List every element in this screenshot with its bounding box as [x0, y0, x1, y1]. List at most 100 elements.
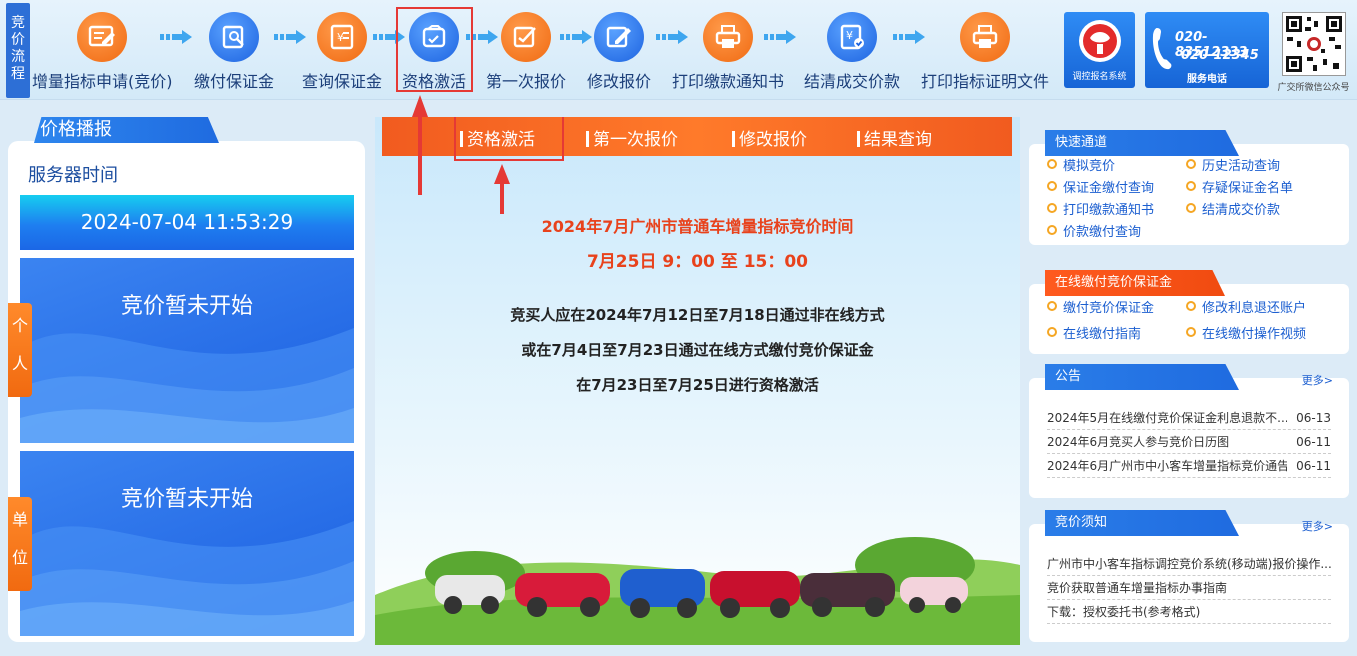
notice-time: 7月25日 9：00 至 15：00: [586, 252, 809, 272]
receipt-yuan-icon: ¥: [317, 12, 367, 62]
phone-number-2: 020-12345: [1181, 48, 1259, 63]
step-label: 结清成交价款: [803, 72, 900, 91]
company-bid-box: 竞价暂未开始: [20, 451, 354, 636]
form-edit-icon: [77, 12, 127, 62]
service-phone-panel: 020-83512333 020-12345 服务电话: [1145, 12, 1269, 88]
step-label: 打印缴款通知书: [671, 72, 784, 91]
rules-item[interactable]: 广州市中小客车指标调控竞价系统(移动端)报价操作...: [1047, 552, 1332, 576]
step-arrow-icon: [160, 30, 192, 44]
step-arrow-icon: [560, 30, 592, 44]
system-label: 调控报名系统: [1072, 72, 1127, 82]
announcement-panel: 公告 更多> 2024年5月在线缴付竞价保证金利息退款不... 06-13 20…: [1029, 364, 1349, 498]
flow-tag-text: 竞价流程: [11, 15, 25, 82]
personal-tab-label: 个人: [12, 316, 29, 373]
personal-bid-box: 竞价暂未开始: [20, 258, 354, 443]
server-time-label: 服务器时间: [28, 165, 118, 186]
announcement-item-date: 06-13: [1296, 411, 1331, 425]
announcement-more-link[interactable]: 更多>: [1302, 372, 1333, 388]
step-print-certificate[interactable]: 打印指标证明文件: [915, 12, 1055, 92]
quick-access-panel: 快速通道 模拟竞价 历史活动查询 保证金缴付查询 存疑保证金名单 打印缴款通知书…: [1029, 130, 1349, 245]
step-apply[interactable]: 增量指标申请(竞价): [32, 12, 173, 92]
notice-line: 或在7月4日至7月23日通过在线方式缴付竞价保证金: [521, 341, 874, 359]
company-tab-label: 单位: [12, 510, 29, 567]
wave-decoration: [20, 521, 354, 636]
step-arrow-icon: [274, 30, 306, 44]
link-deposit-query[interactable]: 保证金缴付查询: [1047, 177, 1154, 196]
personal-bid-status: 竞价暂未开始: [120, 294, 253, 319]
quote-edit-icon: [501, 12, 551, 62]
bidding-rules-title: 竞价须知: [1045, 510, 1239, 536]
printer-icon: [703, 12, 753, 62]
announcement-item-date: 06-11: [1296, 459, 1331, 473]
qr-caption: 广交所微信公众号: [1277, 83, 1350, 93]
quick-access-title: 快速通道: [1045, 130, 1239, 156]
wave-decoration: [20, 328, 354, 443]
printer-icon: [960, 12, 1010, 62]
step-arrow-icon: [656, 30, 688, 44]
online-deposit-title: 在线缴付竞价保证金: [1045, 270, 1225, 296]
price-broadcast-title: 价格播报: [34, 117, 219, 143]
svg-text:¥: ¥: [846, 29, 853, 42]
notice-line: 竞买人应在2024年7月12日至7月18日通过非在线方式: [510, 306, 885, 324]
rules-more-link[interactable]: 更多>: [1302, 518, 1333, 534]
tab-result-query[interactable]: 结果查询: [857, 125, 932, 150]
personal-tab[interactable]: 个人: [8, 303, 32, 397]
phone-caption: 服务电话: [1187, 74, 1227, 85]
step-label: 打印指标证明文件: [920, 72, 1049, 91]
emblem-icon: [1078, 20, 1121, 62]
rules-item[interactable]: 下载：授权委托书(参考格式): [1047, 600, 1331, 624]
process-bar: 竞价流程 增量指标申请(竞价) 缴付保证金 ¥ 查询保证金 资格激活 第一次报价: [0, 0, 1357, 100]
flow-tag: 竞价流程: [6, 3, 30, 98]
link-pay-deposit[interactable]: 缴付竞价保证金: [1047, 297, 1154, 316]
notice-line: 在7月23日至7月25日进行资格激活: [576, 376, 819, 394]
tab-highlight-box: [454, 117, 564, 161]
link-disputed-deposits[interactable]: 存疑保证金名单: [1186, 177, 1293, 196]
link-history-query[interactable]: 历史活动查询: [1186, 155, 1280, 174]
step-highlight-box: [396, 7, 473, 92]
phone-icon: [1152, 28, 1172, 70]
broadcast-card: 服务器时间 2024-07-04 11:53:29 竞价暂未开始 个人 竞价暂未…: [8, 141, 365, 642]
price-broadcast-panel: 服务器时间 2024-07-04 11:53:29 竞价暂未开始 个人 竞价暂未…: [8, 117, 365, 642]
announcement-item-date: 06-11: [1296, 435, 1331, 449]
link-mock-bid[interactable]: 模拟竞价: [1047, 155, 1115, 174]
step-arrow-icon: [893, 30, 925, 44]
red-arrow-icon: [412, 95, 428, 195]
link-settle-payment[interactable]: 结清成交价款: [1186, 199, 1280, 218]
company-bid-status: 竞价暂未开始: [120, 487, 253, 512]
wechat-qr-block[interactable]: 广交所微信公众号: [1277, 12, 1350, 100]
online-deposit-panel: 在线缴付竞价保证金 缴付竞价保证金 修改利息退还账户 在线缴付指南 在线缴付操作…: [1029, 270, 1349, 354]
link-print-notice[interactable]: 打印缴款通知书: [1047, 199, 1154, 218]
link-operation-video[interactable]: 在线缴付操作视频: [1186, 323, 1306, 342]
announcement-item[interactable]: 2024年6月竞买人参与竞价日历图 06-11: [1047, 430, 1331, 454]
notice-panel: 资格激活 第一次报价 修改报价 结果查询 2024年7月广州市普通车增量指标竞价…: [375, 117, 1020, 645]
announcement-item-title: 2024年5月在线缴付竞价保证金利息退款不...: [1047, 411, 1287, 425]
server-time: 2024-07-04 11:53:29: [20, 195, 354, 250]
step-settle[interactable]: ¥ 结清成交价款: [782, 12, 922, 92]
announcement-item-title: 2024年6月广州市中小客车增量指标竞价通告: [1047, 459, 1287, 473]
tab-modify-bid[interactable]: 修改报价: [732, 125, 807, 150]
link-payment-query[interactable]: 价款缴付查询: [1047, 221, 1141, 240]
announcement-title: 公告: [1045, 364, 1239, 390]
link-online-guide[interactable]: 在线缴付指南: [1047, 323, 1141, 342]
company-tab[interactable]: 单位: [8, 497, 32, 591]
step-print-notice[interactable]: 打印缴款通知书: [658, 12, 798, 92]
link-modify-refund-account[interactable]: 修改利息退还账户: [1186, 297, 1306, 316]
svg-text:¥: ¥: [337, 31, 344, 44]
cars-scene-illustration: [375, 537, 1020, 645]
step-arrow-icon: [764, 30, 796, 44]
bidding-rules-panel: 竞价须知 更多> 广州市中小客车指标调控竞价系统(移动端)报价操作... 竞价获…: [1029, 510, 1349, 642]
red-arrow-icon: [494, 164, 510, 214]
announcement-item[interactable]: 2024年6月广州市中小客车增量指标竞价通告 06-11: [1047, 454, 1331, 478]
announcement-item[interactable]: 2024年5月在线缴付竞价保证金利息退款不... 06-13: [1047, 406, 1331, 430]
settle-check-icon: ¥: [827, 12, 877, 62]
deposit-search-icon: [209, 12, 259, 62]
modify-edit-icon: [594, 12, 644, 62]
tab-first-bid[interactable]: 第一次报价: [586, 125, 678, 150]
registration-system-logo[interactable]: 调控报名系统: [1064, 12, 1135, 88]
center-tab-bar: 资格激活 第一次报价 修改报价 结果查询: [382, 117, 1012, 161]
step-label: 增量指标申请(竞价): [32, 72, 173, 91]
announcement-item-title: 2024年6月竞买人参与竞价日历图: [1047, 435, 1230, 449]
rules-item[interactable]: 竞价获取普通车增量指标办事指南: [1047, 576, 1331, 600]
qr-code-icon: [1281, 12, 1346, 76]
notice-title: 2024年7月广州市普通车增量指标竞价时间: [541, 217, 854, 236]
